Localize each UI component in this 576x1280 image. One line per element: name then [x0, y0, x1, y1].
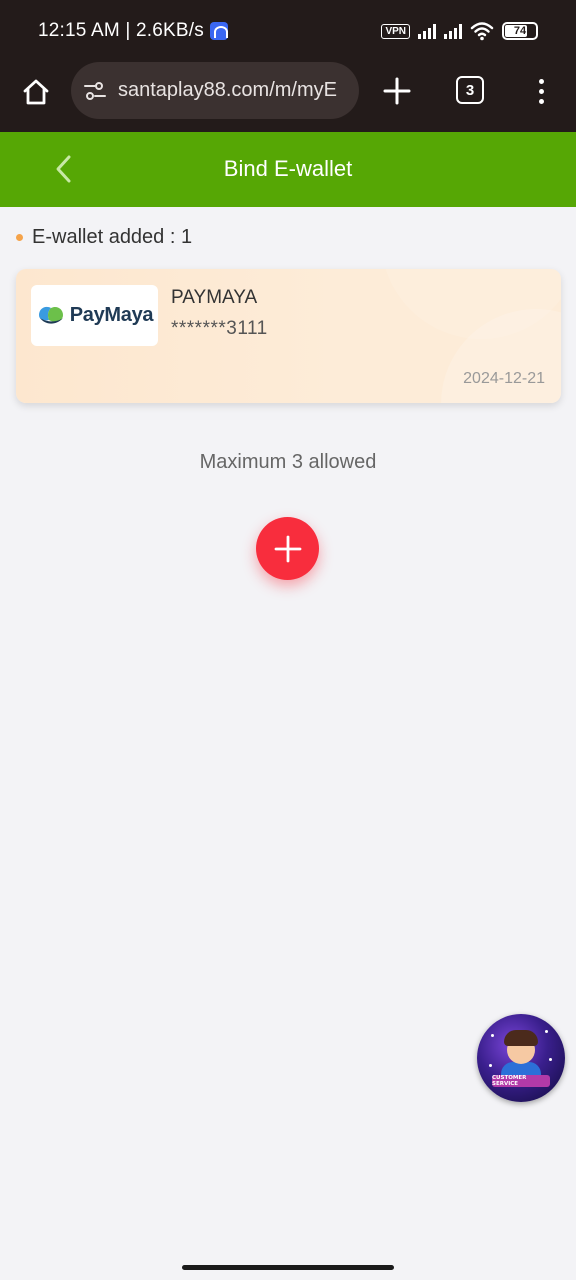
paymaya-logo-text: PayMaya — [69, 304, 154, 326]
vpn-badge: VPN — [381, 23, 410, 39]
page-title: Bind E-wallet — [223, 156, 353, 181]
status-left: 12:15 AM | 2.6KB/s — [38, 20, 228, 42]
site-settings-icon[interactable] — [83, 79, 107, 103]
status-time-speed: 12:15 AM | 2.6KB/s — [38, 20, 204, 41]
wallet-account-number: *******3111 — [171, 318, 268, 339]
browser-toolbar: santaplay88.com/m/myE 3 — [0, 62, 576, 132]
wallet-name: PAYMAYA — [171, 287, 258, 308]
wallet-count-label: E-wallet added : 1 — [32, 226, 193, 248]
signal-icon-2 — [444, 23, 462, 39]
star-decoration — [489, 1064, 492, 1067]
home-icon — [23, 79, 49, 105]
paymaya-logo-icon — [38, 306, 63, 324]
customer-service-label: CUSTOMER SERVICE — [492, 1075, 550, 1087]
wifi-icon — [470, 22, 494, 41]
gesture-navigation-bar[interactable] — [182, 1265, 394, 1270]
paymaya-logo: PayMaya — [31, 285, 158, 346]
wallet-card[interactable]: PayMaya PAYMAYA *******3111 2024-12-21 — [16, 269, 561, 403]
bullet-dot — [16, 234, 23, 241]
max-allowed-note: Maximum 3 allowed — [199, 451, 377, 473]
app-notification-icon — [209, 22, 228, 40]
mascot-hair — [504, 1030, 538, 1046]
wallet-date: 2024-12-21 — [463, 370, 545, 387]
plus-icon — [383, 77, 411, 105]
address-bar[interactable]: santaplay88.com/m/myE — [71, 62, 359, 119]
battery-icon: 74 — [502, 22, 538, 40]
url-text[interactable]: santaplay88.com/m/myE — [118, 79, 348, 102]
menu-dot — [538, 78, 544, 84]
new-tab-button[interactable] — [380, 74, 414, 108]
wallet-count: E-wallet added : 1 — [16, 226, 192, 249]
menu-dot — [538, 98, 544, 104]
menu-dot — [538, 88, 544, 94]
plus-icon — [274, 535, 301, 562]
customer-service-button[interactable]: CUSTOMER SERVICE — [477, 1014, 565, 1102]
app-header: Bind E-wallet — [0, 132, 576, 207]
more-menu-button[interactable] — [526, 74, 556, 108]
status-bar: 12:15 AM | 2.6KB/s VPN 74 — [0, 0, 576, 62]
signal-icon — [418, 23, 436, 39]
status-right: VPN 74 — [381, 21, 538, 41]
battery-level: 74 — [513, 25, 527, 37]
star-decoration — [549, 1058, 552, 1061]
tab-switcher-button[interactable]: 3 — [456, 76, 484, 104]
home-button[interactable] — [18, 74, 54, 110]
star-decoration — [491, 1034, 494, 1037]
add-wallet-button[interactable] — [256, 517, 319, 580]
star-decoration — [545, 1030, 548, 1033]
